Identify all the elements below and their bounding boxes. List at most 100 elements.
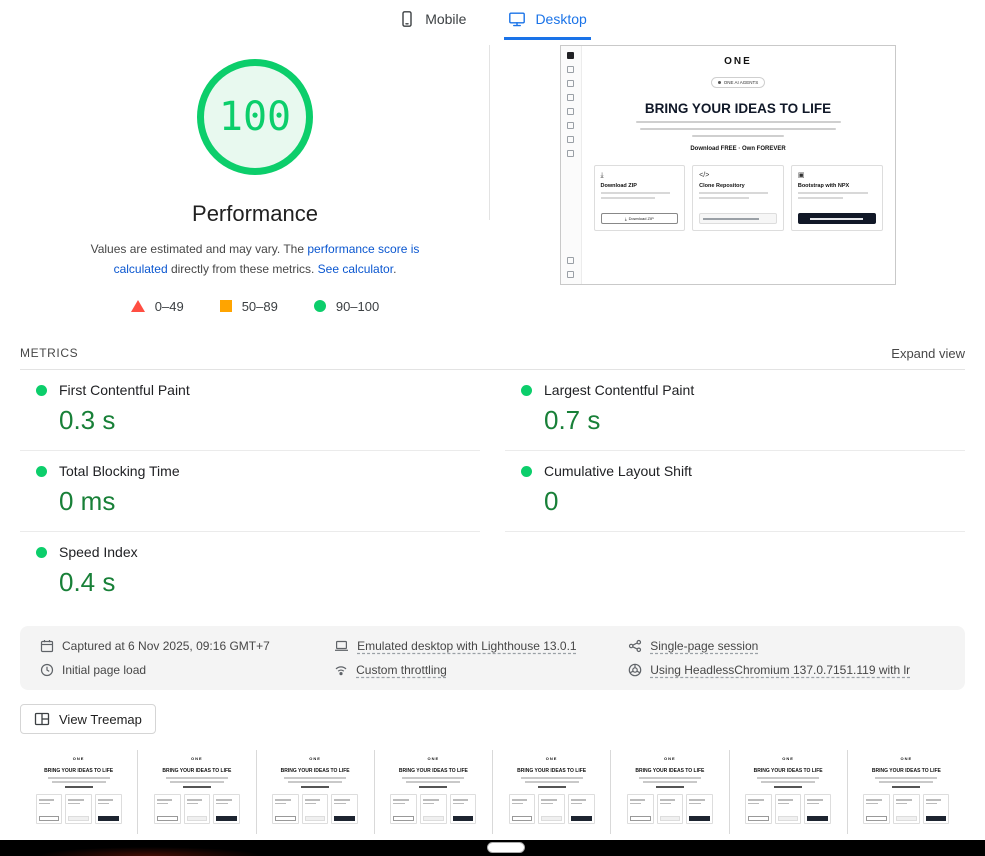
preview-cta: Download FREE · Own FOREVER — [594, 146, 883, 152]
category-title: Performance — [20, 201, 490, 227]
preview-heading: BRING YOUR IDEAS TO LIFE — [267, 768, 363, 774]
film-frame-thumbnail: ONE BRING YOUR IDEAS TO LIFE — [149, 752, 245, 832]
cta-skeleton — [65, 786, 93, 788]
cta-skeleton — [301, 786, 329, 788]
pass-dot-icon — [36, 466, 47, 477]
text-skeleton — [761, 781, 815, 783]
pass-circle-icon — [314, 300, 326, 312]
text-skeleton — [643, 781, 697, 783]
text-skeleton — [601, 192, 671, 194]
score-gauge: 100 — [197, 59, 313, 175]
metric-empty-cell — [505, 532, 965, 612]
mobile-phone-icon — [398, 10, 416, 28]
initial-page-load-text: Initial page load — [62, 663, 146, 677]
expand-view-toggle[interactable]: Expand view — [891, 346, 965, 361]
menu-icon — [567, 52, 574, 59]
captured-at: Captured at 6 Nov 2025, 09:16 GMT+7 — [40, 634, 334, 658]
view-treemap-label: View Treemap — [59, 712, 142, 727]
sidebar-glyph — [567, 94, 574, 101]
legend-pass: 90–100 — [314, 299, 379, 314]
text-skeleton — [798, 197, 843, 199]
metric-name: First Contentful Paint — [59, 382, 190, 398]
sidebar-glyph — [567, 136, 574, 143]
chromium-text: Using HeadlessChromium 137.0.7151.119 wi… — [650, 663, 910, 677]
metric-value: 0.3 s — [59, 405, 480, 436]
film-frame-thumbnail: ONE BRING YOUR IDEAS TO LIFE — [504, 752, 600, 832]
tab-mobile[interactable]: Mobile — [394, 0, 470, 40]
preview-card-clone-repo: </> Clone Repository — [692, 165, 784, 231]
legend-pass-range: 90–100 — [336, 299, 379, 314]
preview-heading: BRING YOUR IDEAS TO LIFE — [594, 101, 883, 116]
screenshot-content: ONE ONE AI AGENTS BRING YOUR IDEAS TO LI… — [582, 46, 895, 284]
text-skeleton — [699, 192, 767, 194]
legend-fail-range: 0–49 — [155, 299, 184, 314]
preview-card-download-zip: ⤓ Download ZIP ⤓ Download ZIP — [594, 165, 686, 231]
thumbnail-card — [95, 794, 122, 824]
film-frame: ONE BRING YOUR IDEAS TO LIFE — [374, 750, 492, 834]
throttling-icon — [334, 663, 348, 677]
view-treemap-button[interactable]: View Treemap — [20, 704, 156, 734]
preview-brand-logo: ONE — [385, 756, 481, 761]
score-legend: 0–49 50–89 90–100 — [20, 299, 490, 314]
disclaimer-text: Values are estimated and may vary. The — [91, 242, 308, 256]
metric-value: 0.4 s — [59, 567, 480, 598]
thumbnail-cards — [272, 794, 358, 824]
emulation-text: Emulated desktop with Lighthouse 13.0.1 — [357, 639, 576, 653]
text-skeleton — [875, 777, 937, 779]
text-skeleton — [699, 197, 749, 199]
thumbnail-card — [450, 794, 477, 824]
download-icon: ⤓ — [625, 216, 627, 221]
text-skeleton — [525, 781, 579, 783]
preview-card-bootstrap-npx: ▣ Bootstrap with NPX — [791, 165, 883, 231]
thumbnail-cards — [390, 794, 476, 824]
treemap-icon — [34, 711, 50, 727]
laptop-icon — [334, 639, 349, 653]
thumbnail-cards — [745, 794, 831, 824]
film-frame-thumbnail: ONE BRING YOUR IDEAS TO LIFE — [385, 752, 481, 832]
score-value: 100 — [219, 94, 291, 140]
performance-score-column: 100 Performance Values are estimated and… — [20, 45, 490, 338]
metrics-grid: First Contentful Paint 0.3 s Largest Con… — [20, 370, 965, 612]
package-icon: ▣ — [798, 172, 876, 179]
text-skeleton — [879, 781, 933, 783]
thumbnail-card — [154, 794, 181, 824]
cta-skeleton — [419, 786, 447, 788]
chromium-info: Using HeadlessChromium 137.0.7151.119 wi… — [628, 658, 945, 682]
text-skeleton — [757, 777, 819, 779]
preview-npx-button — [798, 213, 876, 224]
thumbnail-card — [509, 794, 536, 824]
legend-average: 50–89 — [220, 299, 278, 314]
thumbnail-cards — [627, 794, 713, 824]
text-skeleton — [170, 781, 224, 783]
film-frame: ONE BRING YOUR IDEAS TO LIFE — [847, 750, 965, 834]
page-screenshot: ONE ONE AI AGENTS BRING YOUR IDEAS TO LI… — [560, 45, 896, 285]
screenshot-sidebar — [561, 46, 582, 284]
see-calculator-link[interactable]: See calculator — [318, 262, 393, 276]
preview-brand-logo: ONE — [740, 756, 836, 761]
thumbnail-card — [65, 794, 92, 824]
thumbnail-card — [36, 794, 63, 824]
preview-cards: ⤓ Download ZIP ⤓ Download ZIP </> Clone — [594, 165, 883, 231]
preview-brand-logo: ONE — [149, 756, 245, 761]
preview-download-button-label: Download ZIP — [629, 216, 654, 221]
metric-name: Total Blocking Time — [59, 463, 180, 479]
film-frame-thumbnail: ONE BRING YOUR IDEAS TO LIFE — [740, 752, 836, 832]
film-frame-thumbnail: ONE BRING YOUR IDEAS TO LIFE — [31, 752, 127, 832]
sidebar-glyph — [567, 271, 574, 278]
preview-card-title: Clone Repository — [699, 183, 777, 189]
tab-desktop-label: Desktop — [535, 11, 586, 27]
film-frame: ONE BRING YOUR IDEAS TO LIFE — [610, 750, 728, 834]
text-skeleton — [288, 781, 342, 783]
cta-skeleton — [538, 786, 566, 788]
thumbnail-card — [775, 794, 802, 824]
metric-name: Cumulative Layout Shift — [544, 463, 692, 479]
drag-handle[interactable] — [487, 842, 525, 853]
sidebar-glyph — [567, 257, 574, 264]
preview-heading: BRING YOUR IDEAS TO LIFE — [149, 768, 245, 774]
legend-average-range: 50–89 — [242, 299, 278, 314]
preview-card-title: Download ZIP — [601, 183, 679, 189]
metric-total-blocking-time: Total Blocking Time 0 ms — [20, 451, 480, 532]
text-skeleton — [48, 777, 110, 779]
tab-desktop[interactable]: Desktop — [504, 0, 590, 40]
text-skeleton — [284, 777, 346, 779]
